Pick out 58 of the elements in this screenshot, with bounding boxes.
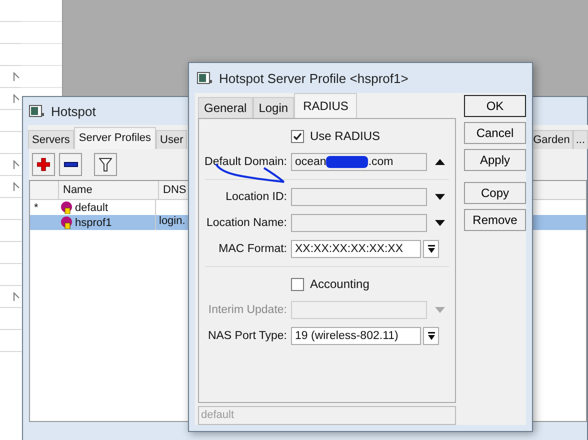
status-field: default — [198, 406, 456, 425]
input-field[interactable] — [291, 301, 427, 319]
profile-icon — [60, 201, 73, 214]
tab[interactable]: Login — [252, 97, 294, 118]
field-label: MAC Format: — [218, 243, 288, 255]
flag-icon — [13, 292, 20, 301]
field-label: NAS Port Type: — [206, 330, 288, 342]
tab[interactable]: Garden — [530, 130, 573, 149]
window-icon — [29, 104, 45, 118]
window-title: Hotspot — [51, 104, 96, 118]
table-cell: login. — [159, 215, 186, 227]
plus-icon — [37, 158, 50, 171]
tab[interactable]: RADIUS — [294, 93, 358, 118]
tab[interactable]: Servers — [28, 130, 74, 149]
field-label: Location Name: — [205, 217, 288, 229]
dialog-button[interactable]: Remove — [464, 209, 526, 231]
input-field[interactable]: XX:XX:XX:XX:XX:XX — [291, 240, 421, 258]
field-label: Interim Update: — [207, 304, 288, 316]
profile-icon — [60, 216, 73, 229]
filter-button[interactable] — [94, 153, 117, 176]
default-domain-field[interactable]: ocean .com — [291, 153, 427, 171]
minus-icon — [64, 162, 78, 167]
input-field[interactable] — [291, 214, 427, 232]
flag-icon — [13, 160, 20, 169]
tab[interactable]: Server Profiles — [74, 127, 156, 149]
flag-icon — [13, 182, 20, 191]
dialog-button[interactable]: Apply — [464, 149, 526, 171]
dialog-button[interactable]: Copy — [464, 182, 526, 204]
tab[interactable]: ... — [572, 130, 588, 149]
window-icon — [197, 72, 213, 84]
use-radius-checkbox[interactable]: Use RADIUS — [291, 129, 380, 143]
dropdown-button[interactable] — [423, 327, 439, 345]
dropdown-arrow-icon — [428, 245, 434, 253]
tab[interactable]: General — [198, 97, 253, 118]
dropdown-arrow-icon[interactable] — [435, 220, 445, 226]
default-indicator: * — [34, 202, 38, 214]
accounting-checkbox[interactable]: Accounting — [291, 277, 370, 291]
dialog-title: Hotspot Server Profile <hsprof1> — [219, 70, 408, 86]
dropdown-arrow-icon[interactable] — [435, 194, 445, 200]
table-cell: hsprof1 — [75, 216, 112, 228]
collapse-arrow-icon[interactable] — [435, 159, 445, 165]
tab[interactable]: User — [156, 130, 188, 149]
column-header[interactable]: Name — [58, 181, 158, 199]
dropdown-button[interactable] — [423, 240, 439, 258]
flag-icon — [13, 72, 20, 81]
dialog-button[interactable]: Cancel — [464, 122, 526, 144]
add-button[interactable] — [32, 153, 55, 176]
input-field[interactable] — [291, 188, 427, 206]
input-field[interactable]: 19 (wireless-802.11) — [291, 327, 421, 345]
check-icon — [293, 132, 302, 140]
flag-icon — [13, 94, 20, 103]
dropdown-arrow-icon — [428, 332, 434, 340]
field-label: Location ID: — [224, 191, 288, 203]
filter-icon — [99, 158, 112, 172]
remove-button[interactable] — [59, 153, 82, 176]
table-cell: default — [75, 202, 108, 214]
dialog-button[interactable]: OK — [464, 95, 526, 117]
field-label: Default Domain: — [204, 156, 288, 168]
